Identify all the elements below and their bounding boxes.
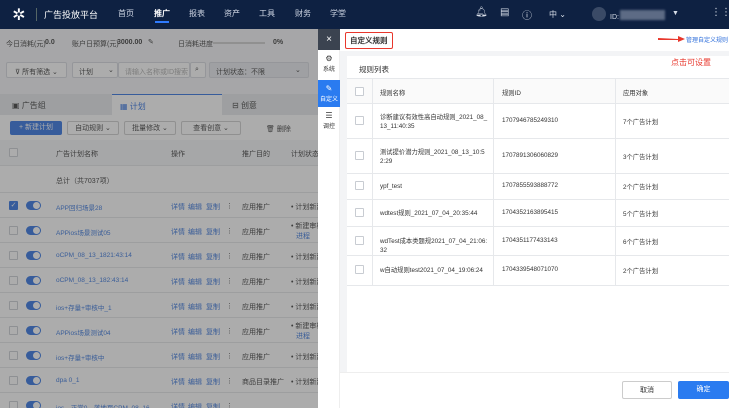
custom-rule-panel: 自定义规则 管理自定义规则 点击可设置 规则列表 规则名称 规则ID 应用对象 … [340, 29, 729, 408]
rule-target: 2个广告计划 [623, 268, 658, 275]
close-icon[interactable]: × [318, 29, 340, 50]
language-select[interactable]: 中 ⌄ [549, 9, 566, 20]
help-icon[interactable]: ⓘ [522, 7, 532, 22]
nav-home[interactable]: 首页 [118, 8, 134, 19]
rule-row: wdtest规则_2021_07_04_20:35:44 17043521638… [347, 199, 729, 226]
panel-title: 自定义规则 [345, 32, 393, 49]
bell-icon[interactable]: 🔔︎ [475, 7, 488, 18]
nav-finance[interactable]: 财务 [295, 8, 311, 19]
annotation-arrow-icon [658, 36, 685, 42]
nav-tools[interactable]: 工具 [259, 8, 275, 19]
rule-target: 6个广告计划 [623, 238, 658, 246]
rule-list-card: 规则列表 规则名称 规则ID 应用对象 诊断建议有效性高自动规则_2021_08… [347, 56, 729, 372]
rule-name: ypf_test [380, 183, 403, 190]
top-nav: ✲ 广告投放平台 首页 推广 报表 资产 工具 财务 学堂 🔔︎ ▤ ⓘ 中 ⌄… [0, 0, 729, 29]
rule-checkbox[interactable] [355, 150, 364, 160]
manage-rules-link[interactable]: 管理自定义规则 [686, 35, 728, 44]
brand-title: 广告投放平台 [36, 8, 98, 21]
rule-name: 测试提价潜力规则_2021_08_13_10:52:29 [380, 148, 485, 165]
edit-icon: ✎ [325, 84, 333, 93]
rule-checkbox[interactable] [355, 265, 364, 274]
nav-academy[interactable]: 学堂 [330, 8, 346, 19]
rule-checkbox[interactable] [355, 235, 364, 245]
select-all-rules-checkbox[interactable] [355, 87, 364, 96]
nav-promote[interactable]: 推广 [154, 8, 170, 23]
sliders-icon: ☰ [325, 111, 333, 120]
rule-checkbox[interactable] [355, 115, 364, 125]
rule-row: 诊断建议有效性高自动规则_2021_08_13_11:40:35 1707946… [347, 103, 729, 138]
tab-control[interactable]: ☰ 调控 [318, 111, 340, 136]
save-icon[interactable]: ▤ [500, 7, 509, 18]
rule-row: ypf_test 1707855593888772 2个广告计划 [347, 173, 729, 199]
col-target: 应用对象 [623, 90, 649, 97]
rule-target: 2个广告计划 [623, 184, 658, 191]
gear-icon: ⚙ [325, 54, 333, 63]
col-rule-name: 规则名称 [380, 90, 406, 97]
rule-target: 3个广告计划 [623, 153, 658, 161]
rule-target: 5个广告计划 [623, 210, 658, 218]
avatar[interactable] [592, 7, 606, 21]
card-title: 规则列表 [359, 65, 389, 74]
rule-id: 1707855593888772 [502, 182, 559, 189]
apps-grid-icon[interactable]: ⋮⋮ [711, 7, 729, 18]
rule-checkbox[interactable] [355, 181, 364, 190]
cancel-button[interactable]: 取消 [622, 381, 672, 399]
rule-name: wdTest成本类题规2021_07_04_21:06:32 [380, 237, 488, 254]
rule-row: 测试提价潜力规则_2021_08_13_10:52:29 17078913060… [347, 138, 729, 173]
nav-assets[interactable]: 资产 [224, 8, 240, 19]
rule-id: 1704351177433143 [502, 236, 558, 244]
rule-id: 1704352163895415 [502, 208, 559, 216]
rule-name: wdtest规则_2021_07_04_20:35:44 [380, 209, 478, 217]
rule-id: 1707891306060829 [502, 151, 559, 159]
nav-report[interactable]: 报表 [189, 8, 205, 19]
rule-target: 7个广告计划 [623, 118, 658, 126]
annotation-hint: 点击可设置 [671, 58, 711, 67]
col-rule-id: 规则ID [502, 90, 521, 97]
rule-id: 1704339548071070 [502, 266, 559, 273]
user-name-blurred [620, 10, 665, 20]
rule-name: w自动规则test2021_07_04_19:06:24 [380, 267, 483, 274]
drawer-side-tabs: × ⚙ 系统 ✎ 自定义 ☰ 调控 [318, 29, 340, 408]
rule-id: 1707946785249310 [502, 116, 559, 124]
rule-checkbox[interactable] [355, 207, 364, 217]
tab-custom[interactable]: ✎ 自定义 [318, 80, 340, 107]
rule-row: w自动规则test2021_07_04_19:06:24 17043395480… [347, 255, 729, 285]
chevron-down-icon[interactable]: ▼ [672, 10, 679, 17]
rule-row: wdTest成本类题规2021_07_04_21:06:32 170435117… [347, 226, 729, 255]
rule-name: 诊断建议有效性高自动规则_2021_08_13_11:40:35 [380, 113, 488, 130]
logo-icon: ✲ [12, 6, 26, 24]
confirm-button[interactable]: 确定 [678, 381, 729, 399]
modal-overlay[interactable] [0, 29, 318, 408]
tab-system[interactable]: ⚙ 系统 [318, 54, 340, 79]
user-id: ID: [610, 14, 619, 21]
